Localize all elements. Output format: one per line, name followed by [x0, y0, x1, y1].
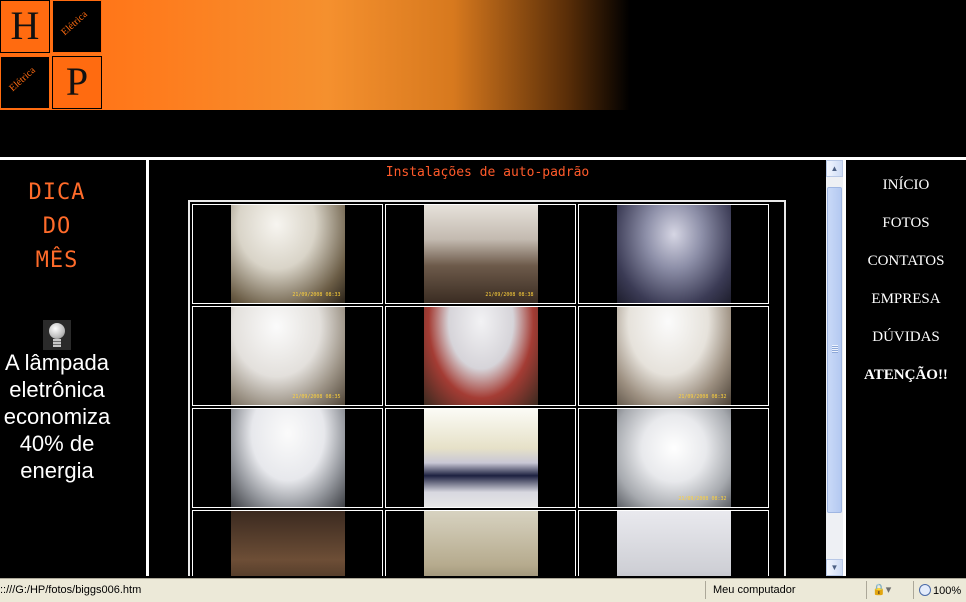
- scrollbar-thumb[interactable]: [827, 187, 842, 513]
- photo-timestamp: 21/09/2008 08:32: [678, 394, 727, 400]
- gallery-row: 21/09/2008 08:35 21/09/2008 08:32: [192, 306, 769, 406]
- gallery-cell: [385, 510, 576, 576]
- logo-cell-h: H: [0, 0, 50, 53]
- gallery-cell: [578, 510, 769, 576]
- nav-contatos[interactable]: CONTATOS: [835, 253, 966, 270]
- photo-timestamp: 21/09/2008 08:38: [485, 292, 534, 298]
- gallery-cell: [192, 408, 383, 508]
- status-zone: Meu computador: [713, 584, 796, 596]
- logo-cell-p: P: [52, 56, 102, 109]
- status-separator: [913, 581, 914, 599]
- gallery-cell: 21/09/2008 08:35: [192, 306, 383, 406]
- photo-gallery: 21/09/2008 08:33 21/09/2008 08:38 21/09/…: [188, 200, 786, 576]
- photo-thumbnail[interactable]: [423, 307, 538, 405]
- gallery-cell: 21/09/2008 08:38: [385, 204, 576, 304]
- gallery-row: 21/09/2008 08:32: [192, 408, 769, 508]
- photo-thumbnail[interactable]: [230, 409, 345, 507]
- nav-inicio[interactable]: INÍCIO: [835, 177, 966, 194]
- right-nav: INÍCIO FOTOS CONTATOS EMPRESA DÚVIDAS AT…: [846, 160, 966, 576]
- logo-eletrica-text-bottom: Elétrica: [7, 65, 38, 94]
- gallery-cell: [192, 510, 383, 576]
- zoom-level: 100%: [933, 585, 962, 597]
- tip-line: A lâmpada: [5, 350, 109, 375]
- logo-cell-eletrica-top: Elétrica: [52, 0, 102, 53]
- scroll-up-arrow-icon[interactable]: ▲: [826, 160, 843, 177]
- gallery-cell: 21/09/2008 08:32: [578, 408, 769, 508]
- photo-thumbnail[interactable]: [423, 511, 538, 576]
- status-separator: [705, 581, 706, 599]
- logo-eletrica-text-top: Elétrica: [59, 9, 90, 38]
- gallery-row: [192, 510, 769, 576]
- gallery-table: 21/09/2008 08:33 21/09/2008 08:38 21/09/…: [190, 202, 771, 576]
- tip-line: 40% de: [19, 431, 95, 456]
- gallery-row: 21/09/2008 08:33 21/09/2008 08:38: [192, 204, 769, 304]
- scrollbar-grip-icon: [832, 345, 838, 353]
- header-banner: H Elétrica Elétrica P: [0, 0, 630, 110]
- photo-timestamp: 21/09/2008 08:35: [292, 394, 341, 400]
- page-header: H Elétrica Elétrica P: [0, 0, 966, 158]
- nav-atencao[interactable]: ATENÇÃO!!: [835, 367, 966, 384]
- nav-empresa[interactable]: EMPRESA: [835, 291, 966, 308]
- zoom-control[interactable]: 100%: [919, 584, 961, 597]
- photo-thumbnail[interactable]: [616, 205, 731, 303]
- logo-cell-eletrica-bottom: Elétrica: [0, 56, 50, 109]
- gallery-cell: [385, 306, 576, 406]
- logo-letter-p: P: [65, 59, 89, 104]
- gallery-cell: 21/09/2008 08:33: [192, 204, 383, 304]
- status-url: ::///G:/HP/fotos/biggs006.htm: [0, 584, 142, 596]
- gallery-cell: [578, 204, 769, 304]
- photo-timestamp: 21/09/2008 08:32: [678, 496, 727, 502]
- nav-duvidas[interactable]: DÚVIDAS: [835, 329, 966, 346]
- dica-line-3: MÊS: [35, 248, 79, 273]
- tip-line: eletrônica: [9, 377, 105, 402]
- photo-thumbnail[interactable]: 21/09/2008 08:35: [230, 307, 345, 405]
- main-content: Instalações de auto-padrão 21/09/2008 08…: [149, 160, 826, 576]
- lock-icon[interactable]: 🔒▾: [872, 583, 891, 596]
- light-bulb-icon: [43, 320, 71, 350]
- dica-line-1: DICA: [28, 180, 86, 205]
- dica-line-2: DO: [42, 214, 72, 239]
- photo-thumbnail[interactable]: 21/09/2008 08:33: [230, 205, 345, 303]
- page-title: Instalações de auto-padrão: [385, 165, 590, 180]
- tip-line: economiza: [3, 404, 111, 429]
- gallery-cell: [385, 408, 576, 508]
- photo-thumbnail[interactable]: 21/09/2008 08:32: [616, 409, 731, 507]
- photo-thumbnail[interactable]: [230, 511, 345, 576]
- photo-thumbnail[interactable]: [423, 409, 538, 507]
- photo-thumbnail[interactable]: [616, 511, 731, 576]
- photo-timestamp: 21/09/2008 08:33: [292, 292, 341, 298]
- left-sidebar: DICA DO MÊS A lâmpada eletrônica economi…: [0, 160, 146, 576]
- gallery-cell: 21/09/2008 08:32: [578, 306, 769, 406]
- status-separator: [866, 581, 867, 599]
- browser-status-bar: ::///G:/HP/fotos/biggs006.htm Meu comput…: [0, 578, 966, 602]
- tip-line: energia: [20, 458, 94, 483]
- photo-thumbnail[interactable]: 21/09/2008 08:32: [616, 307, 731, 405]
- nav-fotos[interactable]: FOTOS: [835, 215, 966, 232]
- photo-thumbnail[interactable]: 21/09/2008 08:38: [423, 205, 538, 303]
- logo-letter-h: H: [10, 3, 40, 48]
- hp-logo[interactable]: H Elétrica Elétrica P: [0, 0, 104, 110]
- magnifier-icon: [919, 584, 931, 596]
- tip-of-month-text: A lâmpada eletrônica economiza 40% de en…: [0, 349, 114, 484]
- scroll-down-arrow-icon[interactable]: ▼: [826, 559, 843, 576]
